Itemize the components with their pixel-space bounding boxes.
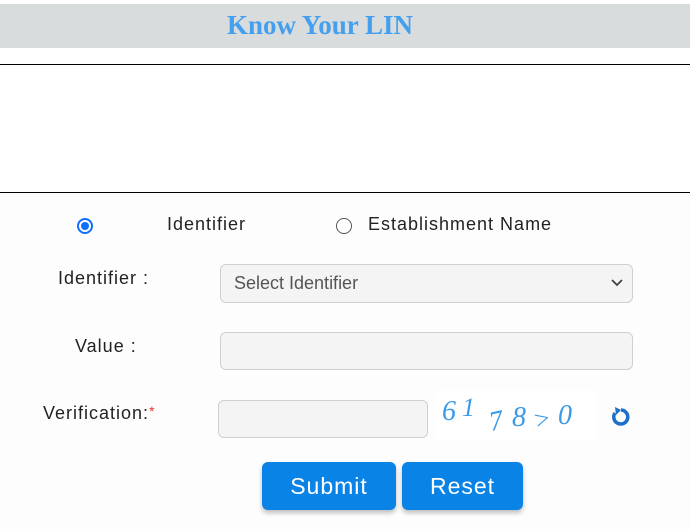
captcha-char: 8	[512, 402, 526, 433]
page-title: Know Your LIN	[226, 10, 414, 40]
verification-label: Verification:*	[43, 403, 156, 424]
radio-establishment-name[interactable]	[336, 218, 352, 234]
captcha-image: 6 1 7 8 > 0	[436, 390, 596, 440]
captcha-char: 0	[558, 400, 572, 431]
radio-identifier[interactable]	[77, 218, 93, 234]
radio-establishment-name-label[interactable]: Establishment Name	[368, 214, 552, 235]
refresh-icon[interactable]	[609, 405, 631, 427]
required-marker: *	[149, 403, 156, 419]
chevron-down-icon	[611, 279, 623, 287]
verification-input[interactable]	[218, 400, 428, 438]
page-header: Know Your LIN	[0, 4, 690, 48]
verification-label-text: Verification:	[43, 403, 150, 423]
captcha-char: 6	[442, 396, 456, 427]
identifier-label: Identifier :	[58, 268, 150, 288]
value-input[interactable]	[220, 332, 633, 370]
identifier-select[interactable]: Select Identifier	[220, 264, 633, 303]
captcha-glyphs: 6 1 7 8 > 0	[442, 393, 572, 438]
submit-button[interactable]: Submit	[262, 462, 396, 510]
captcha-char: 7	[486, 405, 507, 438]
captcha-char: >	[530, 403, 554, 436]
captcha-char: 1	[462, 393, 475, 422]
identifier-select-value: Select Identifier	[234, 273, 359, 293]
value-label: Value :	[75, 336, 137, 356]
reset-button[interactable]: Reset	[402, 462, 523, 510]
radio-identifier-label[interactable]: Identifier	[167, 214, 246, 235]
blank-panel	[0, 65, 690, 192]
